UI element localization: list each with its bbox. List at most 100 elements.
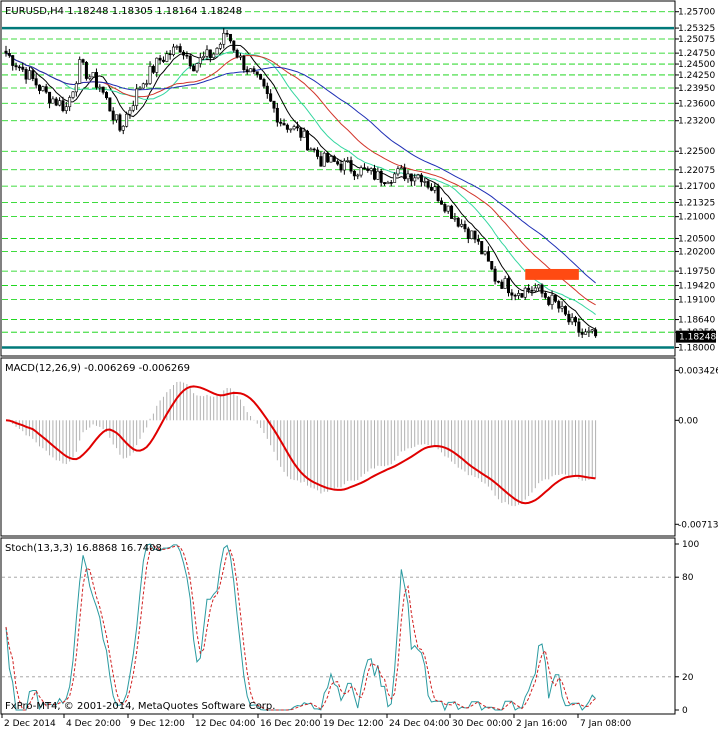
candle [295, 126, 299, 129]
candle [490, 261, 494, 270]
candle [202, 56, 206, 58]
price-label: 1.21000 [678, 213, 715, 223]
candle [460, 223, 464, 227]
time-label: 30 Dec 00:00 [452, 719, 513, 729]
candle [37, 84, 41, 91]
candle [225, 32, 229, 35]
candle [148, 65, 152, 84]
candle [510, 292, 514, 296]
price-label: 1.25700 [678, 8, 715, 18]
candle [108, 97, 112, 112]
candle [292, 126, 296, 130]
price-label: 1.18000 [678, 343, 715, 353]
price-panel-title: EURUSD,H4 1.18248 1.18305 1.18164 1.1824… [5, 6, 242, 17]
candle [547, 297, 551, 305]
candle [27, 70, 31, 80]
candle [135, 88, 139, 106]
candle [406, 173, 410, 180]
price-label: 1.24750 [678, 49, 715, 59]
candle [309, 148, 313, 151]
candle [476, 238, 480, 242]
stoch-scale-label: 20 [682, 673, 694, 683]
candle [54, 98, 58, 106]
candle [439, 200, 443, 205]
candle [245, 69, 249, 73]
candle [359, 167, 363, 176]
candle [383, 182, 387, 185]
candle [386, 182, 390, 185]
candle [68, 97, 72, 108]
price-label: 1.19750 [678, 267, 715, 277]
candle [71, 91, 75, 98]
candle [560, 306, 564, 309]
candle [44, 86, 48, 93]
price-label: 1.23950 [678, 84, 715, 94]
candle [500, 281, 504, 289]
candle [275, 107, 279, 123]
candle [7, 52, 11, 56]
candle [563, 306, 567, 315]
candle [543, 292, 547, 298]
candle [553, 294, 557, 302]
candle [178, 46, 182, 53]
candle [339, 163, 343, 171]
candle [496, 280, 500, 283]
candle [399, 167, 403, 170]
candle [305, 130, 309, 151]
candle [235, 49, 239, 58]
candle [332, 156, 336, 162]
candle [372, 168, 376, 180]
candle [118, 114, 122, 131]
candle [573, 317, 577, 323]
candle [316, 149, 320, 157]
candle [302, 130, 306, 138]
candle [158, 57, 162, 61]
candle [78, 59, 82, 84]
current-price-label: 1.18248 [679, 333, 716, 343]
candle [376, 170, 380, 180]
candle [131, 105, 135, 111]
candle [419, 174, 423, 183]
candle [520, 293, 524, 298]
candle [319, 156, 323, 167]
candle [101, 86, 105, 93]
trading-terminal: 1.25700 1.253251.25075 1.247501.245001.242… [0, 0, 718, 729]
candle [349, 160, 353, 172]
stochastic-axis: 100 80 20 0 [675, 540, 699, 716]
candle [436, 186, 440, 202]
candle [285, 124, 289, 130]
candle [91, 72, 95, 78]
stoch-panel-title: Stoch(13,3,3) 16.8868 16.7408 [5, 543, 162, 554]
price-label: 1.23600 [678, 99, 715, 109]
stoch-scale-label: 100 [682, 540, 699, 550]
candle [252, 68, 256, 72]
candle [232, 40, 236, 51]
candle [48, 91, 52, 104]
price-label: 1.19100 [678, 295, 715, 305]
stoch-scale-label: 80 [682, 573, 694, 583]
candle [265, 85, 269, 94]
candle [312, 148, 316, 151]
time-label: 19 Dec 12:00 [323, 719, 384, 729]
candle [416, 174, 420, 179]
candle [584, 331, 588, 335]
candle [88, 76, 92, 79]
candle [4, 50, 8, 54]
candle [453, 217, 457, 220]
candle [84, 62, 88, 79]
candle [517, 293, 521, 296]
candle [289, 128, 293, 131]
candle [249, 68, 253, 73]
candle [128, 109, 132, 115]
candle [550, 294, 554, 305]
candle [356, 174, 360, 177]
candle [393, 173, 397, 183]
macd-scale-label: 0.003426 [678, 366, 718, 376]
candle [326, 152, 330, 163]
candle [255, 71, 259, 75]
candle [577, 321, 581, 333]
candle [41, 86, 45, 91]
candle [212, 53, 216, 58]
candle [98, 86, 102, 89]
candle [121, 125, 125, 131]
